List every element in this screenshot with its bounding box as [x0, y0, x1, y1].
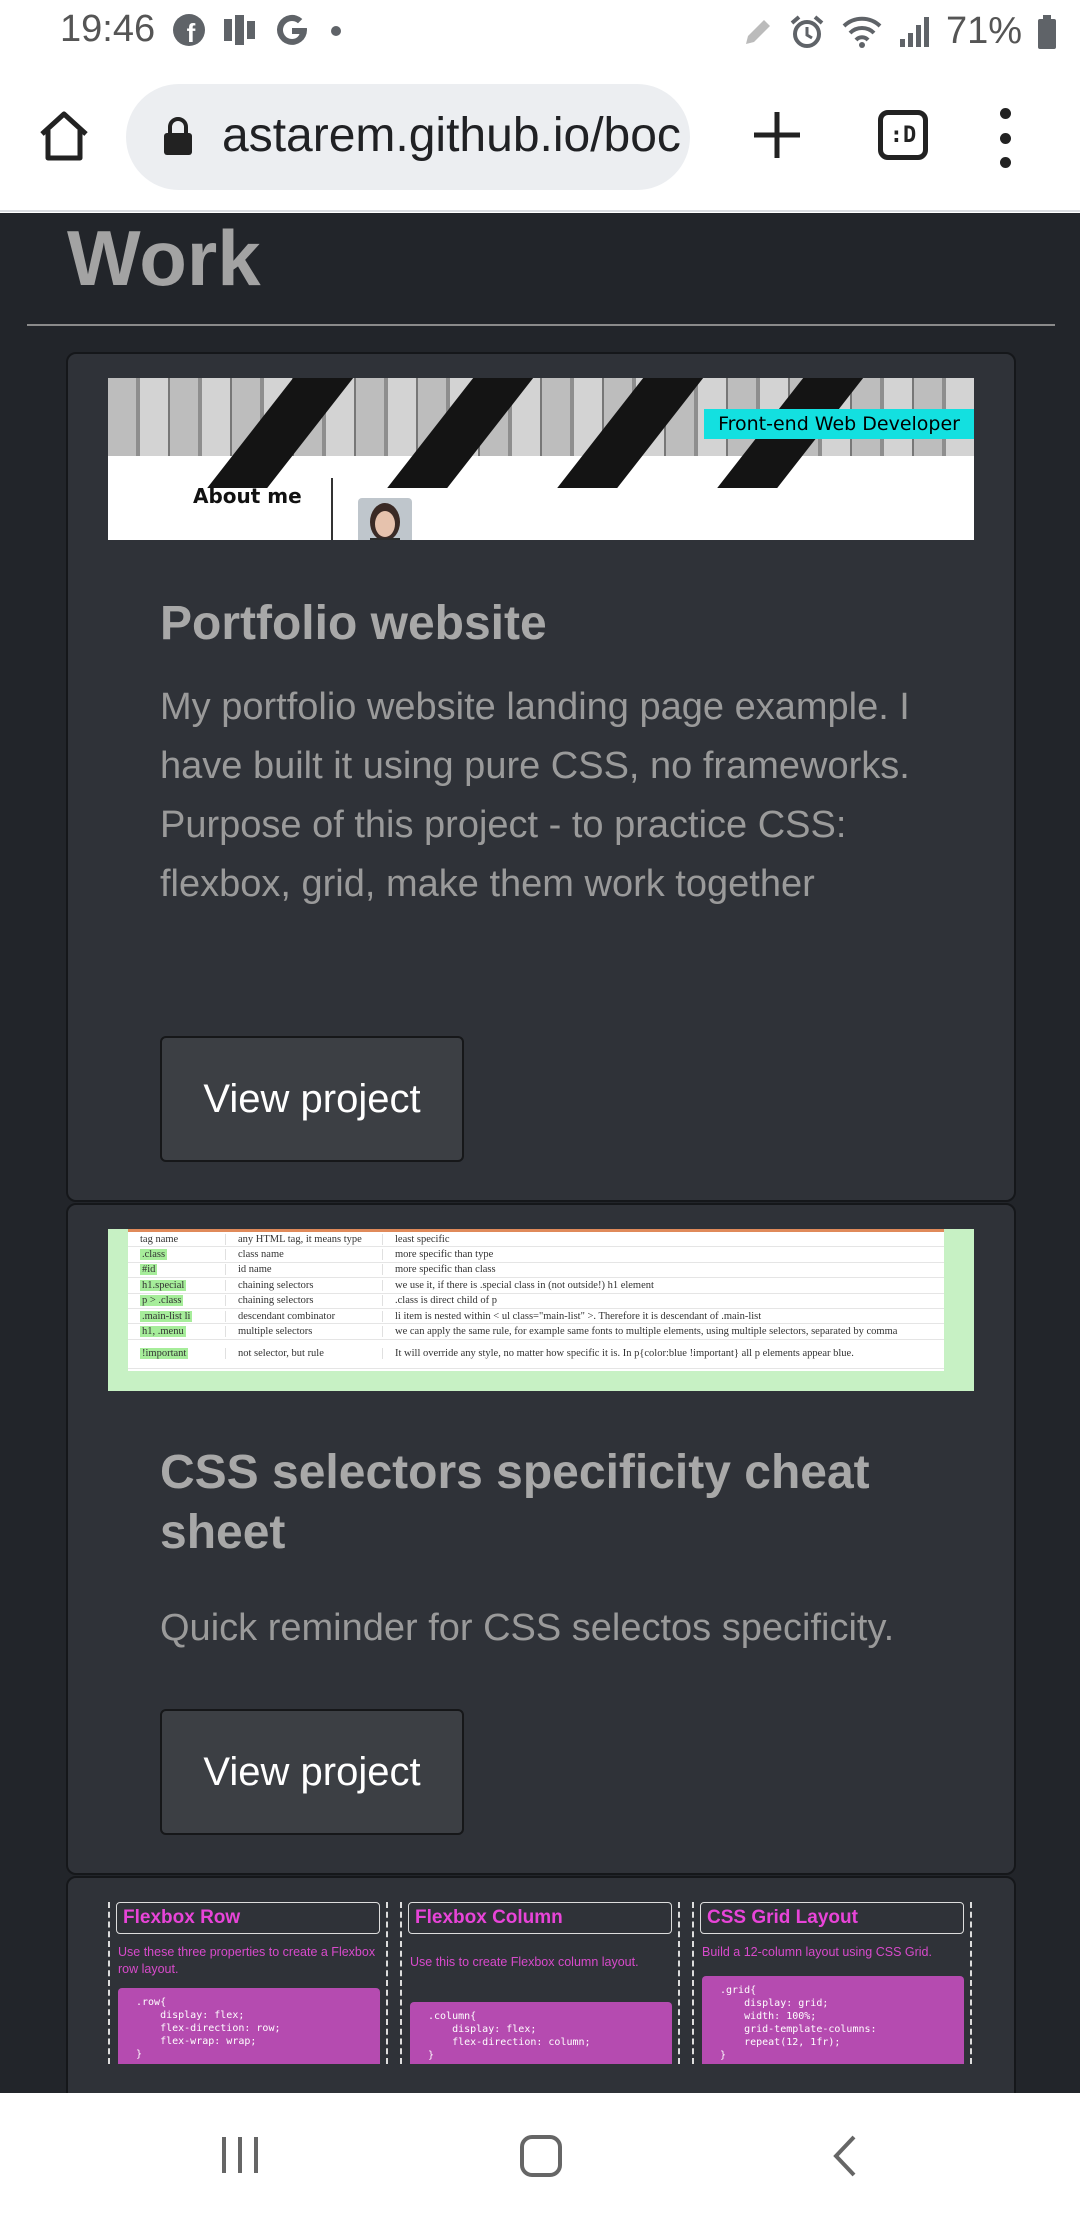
preview-column-text: Build a 12-column layout using CSS Grid. — [702, 1945, 932, 1959]
project-preview-image: tag name any HTML tag, it means type least… — [108, 1229, 974, 1391]
table-cell-selector: .class — [140, 1249, 168, 1261]
table-row: !important not selector, but rule It will … — [128, 1340, 944, 1369]
table-cell-description: more specific than type — [382, 1249, 944, 1261]
home-icon[interactable] — [34, 106, 94, 166]
status-icons-left: f — [172, 12, 346, 48]
project-title: Portfolio website — [160, 597, 547, 650]
google-icon — [277, 14, 307, 45]
project-card: tag name any HTML tag, it means type least… — [66, 1203, 1016, 1875]
project-description: My portfolio website landing page exampl… — [160, 686, 910, 905]
table-cell-type: not selector, but rule — [225, 1348, 382, 1360]
table-cell-selector: tag name — [140, 1233, 179, 1245]
battery-percent: 71% — [945, 10, 1022, 52]
tab-switcher-button[interactable]: :D — [878, 110, 928, 160]
preview-code-block: .column{ display: flex; flex-direction: … — [410, 2002, 672, 2064]
pen-icon — [745, 19, 770, 44]
table-row: p > .class chaining selectors .class is di… — [128, 1294, 944, 1309]
app-icon — [224, 15, 255, 45]
avatar — [358, 498, 412, 540]
preview-column-title: Flexbox Row — [116, 1902, 380, 1934]
table-cell-selector: h1.special — [140, 1279, 187, 1291]
table-cell-description: least specific — [382, 1233, 944, 1245]
table-cell-selector: h1, .menu — [140, 1326, 186, 1338]
preview-column-text: Use this to create Flexbox column layout… — [410, 1955, 639, 1969]
preview-code-block: .grid{ display: grid; width: 100%; grid-… — [702, 1976, 964, 2064]
table-cell-description: more specific than class — [382, 1264, 944, 1276]
svg-text:f: f — [187, 18, 196, 47]
view-project-button[interactable]: View project — [160, 1709, 464, 1835]
table-row: tag name any HTML tag, it means type least… — [128, 1232, 944, 1248]
address-bar[interactable]: astarem.github.io/boc — [126, 84, 690, 190]
status-time: 19:46 — [60, 8, 156, 50]
preview-column-title: Flexbox Column — [408, 1902, 672, 1934]
preview-column: CSS Grid Layout Build a 12-column layout… — [692, 1902, 972, 2064]
table-row: .main-list li descendant combinator li ite… — [128, 1309, 944, 1325]
project-card: Front-end Web Developer About me Portfol… — [66, 352, 1016, 1202]
facebook-icon: f — [173, 14, 205, 47]
status-bar: 19:46 f 71% — [0, 0, 1080, 66]
new-tab-icon[interactable] — [748, 106, 806, 164]
preview-column: Flexbox Row Use these three properties t… — [108, 1902, 388, 2064]
preview-column-title: CSS Grid Layout — [700, 1902, 964, 1934]
table-cell-description: li item is nested within < ul class="mai… — [382, 1310, 944, 1322]
project-title: CSS selectors specificity cheat sheet — [160, 1446, 870, 1559]
preview-divider — [331, 478, 333, 540]
table-cell-type: multiple selectors — [225, 1326, 382, 1338]
table-cell-selector: .main-list li — [140, 1310, 193, 1322]
table-cell-type: descendant combinator — [225, 1310, 382, 1322]
back-icon[interactable] — [826, 2133, 866, 2179]
project-description: Quick reminder for CSS selectos specific… — [160, 1607, 895, 1649]
wifi-icon — [842, 16, 882, 48]
browser-toolbar: astarem.github.io/boc :D — [0, 66, 1080, 212]
table-cell-description: we can apply the same rule, for example … — [382, 1326, 944, 1338]
overflow-menu-icon[interactable] — [990, 108, 1020, 168]
table-cell-type: id name — [225, 1264, 382, 1276]
table-cell-description: It will override any style, no matter ho… — [382, 1348, 944, 1360]
table-row: #id id name more specific than class — [128, 1263, 944, 1279]
preview-badge: Front-end Web Developer — [704, 409, 974, 439]
table-cell-selector: #id — [140, 1264, 158, 1276]
cheat-sheet-table: tag name any HTML tag, it means type least… — [128, 1229, 944, 1371]
table-cell-type: any HTML tag, it means type — [225, 1233, 382, 1245]
system-nav-bar — [0, 2093, 1080, 2220]
recents-icon[interactable] — [218, 2133, 262, 2177]
project-card: Flexbox Row Use these three properties t… — [66, 1876, 1016, 2093]
preview-column-text: Use these three properties to create a F… — [118, 1945, 376, 1976]
table-cell-type: class name — [225, 1249, 382, 1261]
table-row: h1, .menu multiple selectors we can apply … — [128, 1324, 944, 1340]
battery-icon — [1038, 14, 1056, 49]
table-row: h1.special chaining selectors we use it, i… — [128, 1278, 944, 1294]
table-cell-type: chaining selectors — [225, 1279, 382, 1291]
dot-icon — [331, 26, 341, 36]
project-preview-image: Front-end Web Developer About me — [108, 378, 974, 540]
view-project-button[interactable]: View project — [160, 1036, 464, 1162]
status-icons-right: 71% — [740, 10, 1058, 53]
table-cell-type: chaining selectors — [225, 1295, 382, 1307]
alarm-icon — [790, 14, 824, 48]
home-icon[interactable] — [518, 2133, 564, 2179]
page-content: Work Front-end Web Developer About me Po… — [0, 213, 1080, 2093]
table-row: .class class name more specific than type — [128, 1247, 944, 1263]
table-cell-selector: !important — [140, 1348, 189, 1360]
project-preview-image: Flexbox Row Use these three properties t… — [108, 1902, 974, 2064]
section-title: Work — [67, 214, 261, 302]
table-cell-description: we use it, if there is .special class in… — [382, 1279, 944, 1291]
section-divider — [27, 324, 1055, 326]
table-cell-description: .class is direct child of p — [382, 1295, 944, 1307]
preview-column: Flexbox Column Use this to create Flexbo… — [400, 1902, 680, 2064]
preview-nav-label: About me — [193, 484, 302, 508]
url-text: astarem.github.io/boc — [222, 109, 681, 162]
signal-icon — [899, 16, 929, 47]
lock-icon — [164, 117, 192, 155]
table-cell-selector: p > .class — [140, 1295, 184, 1307]
preview-code-block: .row{ display: flex; flex-direction: row… — [118, 1988, 380, 2064]
